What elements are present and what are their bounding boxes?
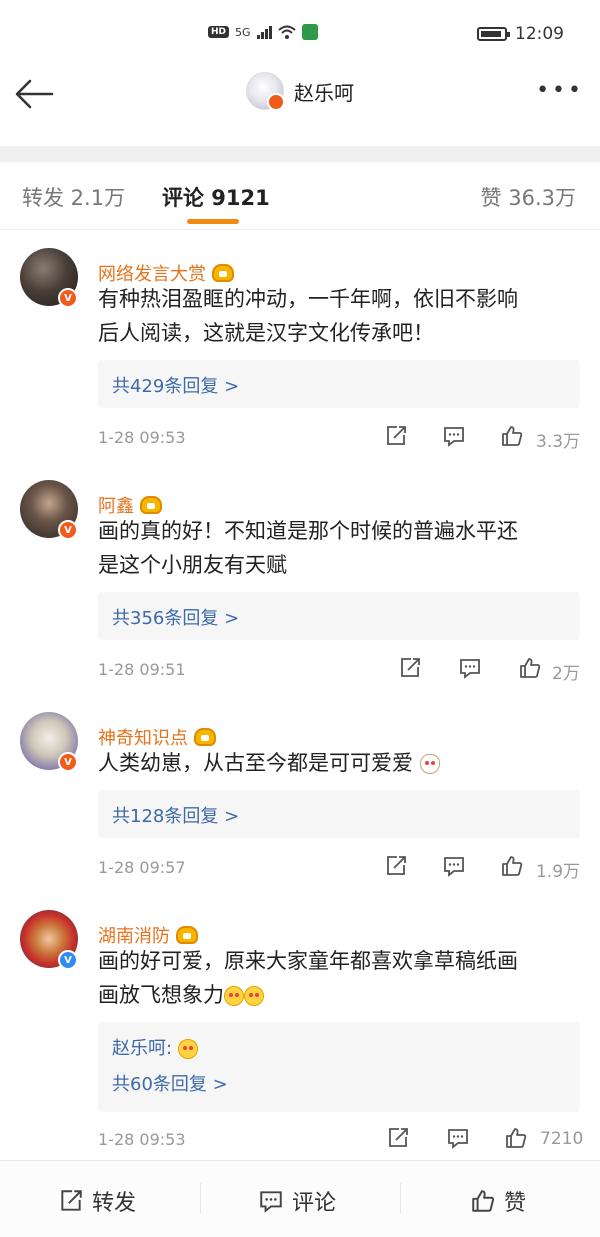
timestamp: 1-28 09:53 (98, 1130, 186, 1149)
status-right: 12:09 (477, 24, 564, 44)
share-icon (61, 1190, 82, 1211)
reply-count-link[interactable]: 共128条回复 > (112, 802, 239, 828)
like-label: 赞 (504, 1191, 527, 1216)
love-emoji-icon (244, 986, 264, 1006)
reply-author-name: 赵乐呵: (112, 1038, 173, 1059)
back-button[interactable] (14, 76, 54, 112)
reply-box[interactable]: 共429条回复 > (98, 360, 580, 408)
comment-icon[interactable] (442, 424, 466, 448)
comment-line: 画的好可爱，原来大家童年都喜欢拿草稿纸画 (98, 949, 518, 973)
reply-count-link[interactable]: 共60条回复 > (112, 1070, 228, 1096)
app-notification-icon (301, 24, 318, 40)
hd-indicator: HD (208, 26, 230, 38)
comment-line-text: 人类幼崽，从古至今都是可可爱爱 (98, 751, 413, 775)
comment-footer: 1-28 09:53 7210 (98, 1124, 584, 1154)
cat-emoji-icon (419, 754, 440, 774)
vip-icon (212, 264, 234, 282)
arrow-left-icon (15, 79, 54, 109)
comment-line: 有种热泪盈眶的冲动，一千年啊，依旧不影响 (98, 287, 518, 311)
reply-box[interactable]: 赵乐呵: 共60条回复 > (98, 1022, 580, 1112)
like-icon[interactable] (504, 1126, 528, 1150)
comment-line-text: 画放飞想象力 (98, 983, 224, 1007)
like-icon[interactable] (518, 656, 542, 680)
comment-text: 画的好可爱，原来大家童年都喜欢拿草稿纸画 画放飞想象力 (98, 944, 578, 1012)
comment-line: 是这个小朋友有天赋 (98, 553, 287, 577)
nav-bar: 赵乐呵 ••• (0, 68, 600, 120)
vip-icon (176, 926, 198, 944)
comment-line: 画的真的好！不知道是那个时候的普遍水平还 (98, 519, 518, 543)
comment-line: 画放飞想象力 (98, 978, 578, 1012)
like-count: 7210 (540, 1129, 584, 1149)
share-icon[interactable] (386, 1126, 410, 1150)
share-icon[interactable] (384, 854, 408, 878)
reply-count-link[interactable]: 共356条回复 > (112, 604, 239, 630)
verified-badge: V (58, 520, 78, 540)
timestamp: 1-28 09:57 (98, 858, 186, 877)
love-emoji-icon (224, 986, 244, 1006)
status-indicators: HD 5G (208, 24, 318, 40)
comment-icon[interactable] (458, 656, 482, 680)
tab-repost[interactable]: 转发 2.1万 (22, 182, 125, 212)
divider (400, 1183, 401, 1213)
verified-badge: V (58, 288, 78, 308)
page-title: 赵乐呵 (294, 80, 354, 105)
comment-text: 人类幼崽，从古至今都是可可爱爱 (98, 746, 578, 780)
avatar[interactable] (246, 72, 285, 111)
comment-label: 评论 (292, 1191, 337, 1216)
timestamp: 1-28 09:51 (98, 660, 186, 679)
battery-icon (477, 27, 510, 41)
smile-emoji-icon (177, 1039, 198, 1059)
like-icon (472, 1190, 495, 1212)
reply-box[interactable]: 共128条回复 > (98, 790, 580, 838)
status-bar: HD 5G 12:09 (0, 0, 600, 68)
comment-footer: 1-28 09:51 2万 (98, 654, 582, 684)
reply-count-link[interactable]: 共429条回复 > (112, 372, 239, 398)
like-count: 3.3万 (536, 432, 581, 452)
share-icon[interactable] (384, 424, 408, 448)
comment-icon (260, 1191, 282, 1213)
comment-line: 后人阅读，这就是汉字文化传承吧！ (98, 321, 434, 345)
vip-icon (140, 496, 162, 514)
wifi-icon (277, 25, 296, 39)
reply-author[interactable]: 赵乐呵: (112, 1034, 198, 1060)
clock: 12:09 (515, 24, 564, 44)
tab-comments[interactable]: 评论 9121 (162, 182, 270, 212)
timestamp: 1-28 09:53 (98, 428, 186, 447)
tab-likes[interactable]: 赞 36.3万 (481, 182, 576, 212)
bottom-action-bar: 转发 评论 赞 (0, 1160, 600, 1237)
section-divider (0, 146, 600, 162)
nav-user[interactable]: 赵乐呵 (246, 72, 354, 111)
vip-icon (194, 728, 216, 746)
tab-bar: 转发 2.1万 评论 9121 赞 36.3万 (0, 162, 600, 230)
comment-icon[interactable] (442, 854, 466, 878)
comment-button[interactable]: 评论 (258, 1185, 336, 1217)
divider (200, 1183, 201, 1213)
repost-button[interactable]: 转发 (58, 1185, 136, 1217)
reply-box[interactable]: 共356条回复 > (98, 592, 580, 640)
network-type: 5G (235, 25, 251, 39)
comment-text: 有种热泪盈眶的冲动，一千年啊，依旧不影响 后人阅读，这就是汉字文化传承吧！ (98, 282, 578, 350)
comment-text: 画的真的好！不知道是那个时候的普遍水平还 是这个小朋友有天赋 (98, 514, 578, 582)
repost-label: 转发 (92, 1191, 137, 1216)
verified-badge: V (58, 950, 78, 970)
comment-line: 人类幼崽，从古至今都是可可爱爱 (98, 746, 578, 780)
more-button[interactable]: ••• (536, 78, 584, 103)
comment-icon[interactable] (446, 1126, 470, 1150)
like-icon[interactable] (500, 424, 524, 448)
comment-footer: 1-28 09:53 3.3万 (98, 422, 582, 452)
like-icon[interactable] (500, 854, 524, 878)
active-tab-indicator (187, 219, 239, 224)
verified-badge: V (58, 752, 78, 772)
signal-icon (256, 25, 272, 39)
share-icon[interactable] (398, 656, 422, 680)
like-button[interactable]: 赞 (470, 1185, 526, 1217)
like-count: 1.9万 (536, 862, 581, 882)
like-count: 2万 (552, 664, 580, 684)
comment-footer: 1-28 09:57 1.9万 (98, 852, 582, 882)
